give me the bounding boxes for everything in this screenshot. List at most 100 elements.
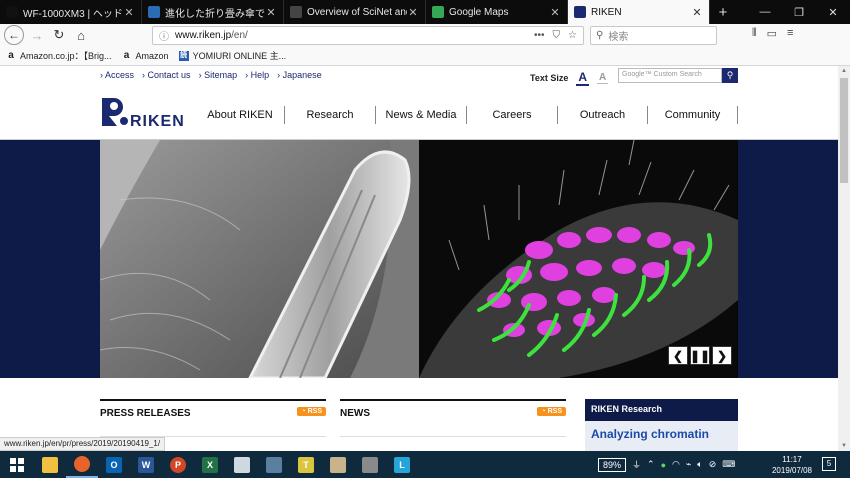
riken-logo[interactable]: RIKEN xyxy=(100,94,186,130)
nav-outreach[interactable]: Outreach xyxy=(558,106,648,124)
close-tab-icon[interactable]: ✕ xyxy=(691,6,703,19)
close-tab-icon[interactable]: ✕ xyxy=(549,6,561,19)
powerpoint-icon[interactable]: P xyxy=(162,451,194,478)
text-size-large-button[interactable]: A xyxy=(576,70,590,86)
nav-careers[interactable]: Careers xyxy=(467,106,558,124)
l-app-icon[interactable]: L xyxy=(386,451,418,478)
japanese-link[interactable]: Japanese xyxy=(277,70,322,80)
browser-search-box[interactable]: ⚲ 検索 xyxy=(590,26,717,45)
slide-next-button[interactable]: ❯ xyxy=(712,346,732,365)
text-size-control: Text Size A A xyxy=(530,70,609,86)
slide-prev-button[interactable]: ❮ xyxy=(668,346,688,365)
pocket-icon[interactable]: ⛉ xyxy=(553,30,561,41)
close-window-button[interactable]: ✕ xyxy=(816,0,850,24)
bookmark-label: Amazon.co.jp：【Brig... xyxy=(20,51,112,61)
system-tray: 89% ⏚ ⌃ ● ◠ ⌁ 🔈︎ ⊘ ⌨ xyxy=(598,451,735,478)
nav-research[interactable]: Research xyxy=(285,106,376,124)
keyboard-icon[interactable]: ⌨ xyxy=(722,459,735,470)
reload-button[interactable]: ↻ xyxy=(48,25,70,45)
word-icon[interactable]: W xyxy=(130,451,162,478)
tools-app-icon[interactable] xyxy=(354,451,386,478)
menu-icon[interactable]: ≡ xyxy=(787,27,793,40)
hero-image-fluorescence[interactable] xyxy=(419,140,738,378)
home-button[interactable]: ⌂ xyxy=(70,25,92,45)
library-icon[interactable]: ⫴ xyxy=(752,27,757,40)
hero-image-sem[interactable] xyxy=(100,140,419,378)
bookmark-item[interactable]: a Amazon.co.jp：【Brig... xyxy=(6,49,112,62)
taskbar-app-glyph xyxy=(330,456,346,473)
close-tab-icon[interactable]: ✕ xyxy=(265,6,277,19)
new-tab-button[interactable]: + xyxy=(710,0,736,24)
excel-icon[interactable]: X xyxy=(194,451,226,478)
close-tab-icon[interactable]: ✕ xyxy=(123,6,135,19)
sitemap-link[interactable]: Sitemap xyxy=(199,70,237,80)
browser-tab-active[interactable]: RIKEN ✕ xyxy=(568,0,710,24)
nav-about[interactable]: About RIKEN xyxy=(196,106,285,124)
volume-mute-icon[interactable]: 🔈︎ xyxy=(697,459,702,470)
site-search-button[interactable]: ⚲ xyxy=(722,68,738,83)
restore-button[interactable]: ❐ xyxy=(782,0,816,24)
browser-toolbar: ← → ↻ ⌂ ⓘ www.riken.jp/en/ ••• ⛉ ☆ ⚲ 検索 … xyxy=(0,24,850,46)
access-link[interactable]: Access xyxy=(100,70,134,80)
slide-pause-button[interactable]: ❚❚ xyxy=(690,346,710,365)
scrollbar-thumb[interactable] xyxy=(840,78,848,183)
text-size-small-button[interactable]: A xyxy=(597,72,609,84)
tab-title: Google Maps xyxy=(449,6,509,18)
chart-app-icon[interactable] xyxy=(226,451,258,478)
wifi-icon[interactable]: ◠ xyxy=(672,459,680,470)
windows-start-icon[interactable] xyxy=(0,451,34,478)
show-hidden-icons[interactable]: ⌃ xyxy=(647,459,655,470)
info-icon[interactable]: ⓘ xyxy=(159,28,169,43)
site-search-input[interactable]: Google™ Custom Search xyxy=(618,68,722,83)
scroll-down-icon[interactable]: ▼ xyxy=(838,441,850,451)
network-icon[interactable]: ⌁ xyxy=(686,459,691,470)
firefox-icon[interactable] xyxy=(66,451,98,478)
battery-indicator[interactable]: 89% xyxy=(598,457,627,472)
nav-news-media[interactable]: News & Media xyxy=(376,106,467,124)
tab-favicon xyxy=(432,6,444,18)
bookmark-label: YOMIURI ONLINE 主... xyxy=(192,51,287,61)
url-host: www.riken.jp xyxy=(175,30,232,41)
shield-icon[interactable]: ● xyxy=(661,460,666,470)
fluorescence-micrograph xyxy=(419,140,738,378)
browser-tab[interactable]: Overview of SciNet and Comp✕ xyxy=(284,0,426,24)
browser-tab[interactable]: 進化した折り畳み傘でゲリラ豪雨✕ xyxy=(142,0,284,24)
sidebar-icon[interactable]: ▭ xyxy=(767,27,777,40)
notes-app-icon[interactable] xyxy=(322,451,354,478)
blocked-icon[interactable]: ⊘ xyxy=(709,459,717,470)
back-button[interactable]: ← xyxy=(4,25,24,45)
outlook-icon[interactable]: O xyxy=(98,451,130,478)
close-tab-icon[interactable]: ✕ xyxy=(407,6,419,19)
press-releases-header: PRESS RELEASES ◔ RSS xyxy=(100,399,326,421)
terminal-app-icon[interactable]: T xyxy=(290,451,322,478)
taskbar-clock[interactable]: 11:17 2019/07/08 xyxy=(766,454,818,476)
network-app-icon[interactable] xyxy=(258,451,290,478)
bookmark-star-icon[interactable]: ☆ xyxy=(568,30,577,41)
press-releases-rss-button[interactable]: ◔ RSS xyxy=(297,407,326,416)
file-explorer-icon[interactable] xyxy=(34,451,66,478)
browser-tab[interactable]: Google Maps ✕ xyxy=(426,0,568,24)
contact-link[interactable]: Contact us xyxy=(142,70,191,80)
taskbar-app-glyph xyxy=(74,455,90,472)
browser-tab[interactable]: WF-1000XM3 | ヘッドホン | ソニー✕ xyxy=(0,0,142,24)
help-link[interactable]: Help xyxy=(245,70,270,80)
forward-button[interactable]: → xyxy=(26,25,48,45)
search-icon: ⚲ xyxy=(726,70,734,80)
page-scrollbar[interactable]: ▲ ▼ xyxy=(838,66,850,451)
taskbar-app-glyph: L xyxy=(394,456,410,473)
scroll-up-icon[interactable]: ▲ xyxy=(838,66,850,76)
nav-community[interactable]: Community xyxy=(648,106,738,124)
bookmark-item[interactable]: a Amazon xyxy=(122,50,169,61)
page-actions-icon[interactable]: ••• xyxy=(534,30,545,41)
bookmark-item[interactable]: 読 YOMIURI ONLINE 主... xyxy=(178,49,287,62)
news-rss-button[interactable]: ◔ RSS xyxy=(537,407,566,416)
url-text: www.riken.jp/en/ xyxy=(175,30,534,41)
tab-title: RIKEN xyxy=(591,6,622,18)
notification-center-icon[interactable]: 5 xyxy=(822,457,836,471)
address-bar[interactable]: ⓘ www.riken.jp/en/ ••• ⛉ ☆ xyxy=(152,26,584,45)
riken-research-headline[interactable]: Analyzing chromatin xyxy=(585,421,738,451)
slideshow-controls: ❮ ❚❚ ❯ xyxy=(668,346,732,365)
tab-favicon xyxy=(148,6,160,18)
news-title: NEWS xyxy=(340,408,370,419)
minimize-button[interactable]: — xyxy=(748,0,782,24)
